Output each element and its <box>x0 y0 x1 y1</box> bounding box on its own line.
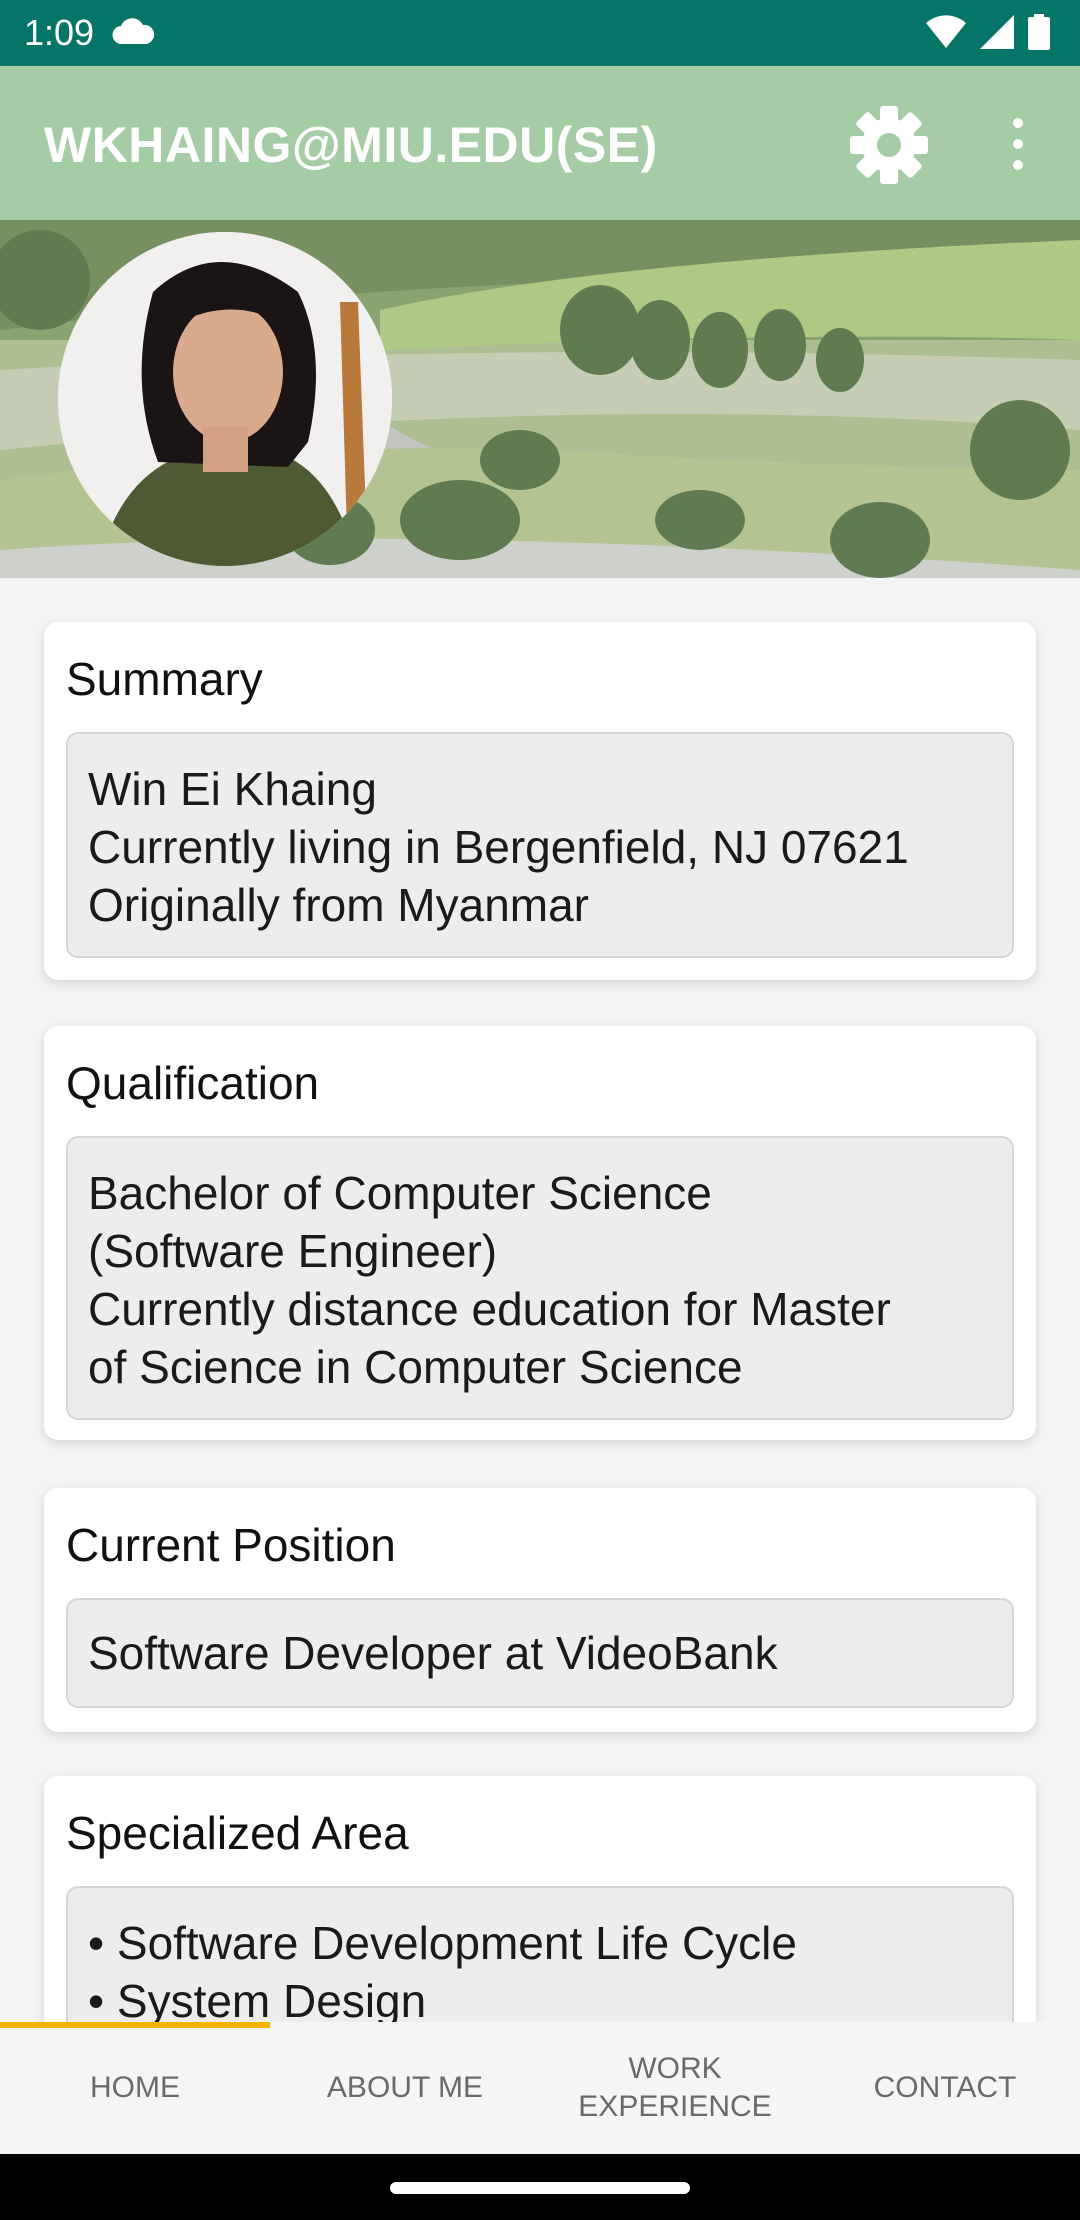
text-line: • Software Development Life Cycle <box>88 1917 797 1969</box>
wifi-icon <box>926 15 966 48</box>
text-line: Currently distance education for Master <box>88 1283 891 1335</box>
summary-card: Summary Win Ei Khaing Currently living i… <box>44 622 1036 980</box>
tab-home[interactable]: HOME <box>0 2022 270 2154</box>
tab-label-line2: EXPERIENCE <box>578 2090 772 2123</box>
card-title: Current Position <box>66 1519 396 1571</box>
home-gesture-handle[interactable] <box>390 2182 690 2194</box>
gear-icon <box>850 106 928 184</box>
text-line: (Software Engineer) <box>88 1225 498 1277</box>
text-line: • System Design <box>88 1975 427 2022</box>
text-line: Bachelor of Computer Science <box>88 1167 712 1219</box>
tab-label: HOME <box>90 2071 180 2104</box>
status-time: 1:09 <box>24 12 95 53</box>
tab-label-line1: WORK <box>628 2052 722 2085</box>
text-line: Currently living in Bergenfield, NJ 0762… <box>88 821 909 873</box>
card-title: Qualification <box>66 1057 320 1109</box>
app-toolbar: WKHAING@MIU.EDU(SE) <box>0 66 1080 220</box>
app-title: WKHAING@MIU.EDU(SE) <box>44 117 658 173</box>
position-card: Current Position Software Developer at V… <box>44 1488 1036 1732</box>
tab-label: ABOUT ME <box>326 2071 484 2104</box>
bottom-tab-bar: HOME ABOUT ME WORK EXPERIENCE CONTACT <box>0 2022 1080 2154</box>
card-title: Specialized Area <box>66 1807 409 1859</box>
more-vert-icon[interactable] <box>1000 114 1036 174</box>
qualification-text: Bachelor of Computer Science (Software E… <box>66 1136 1014 1420</box>
system-nav-bar <box>0 2154 1080 2220</box>
tab-about-me[interactable]: ABOUT ME <box>270 2022 540 2154</box>
position-text: Software Developer at VideoBank <box>66 1598 1014 1708</box>
tab-label: CONTACT <box>873 2071 1017 2104</box>
text-line: Software Developer at VideoBank <box>88 1627 778 1679</box>
content-scroll[interactable]: Summary Win Ei Khaing Currently living i… <box>0 578 1080 2022</box>
profile-avatar <box>58 232 392 566</box>
tab-label: WORK EXPERIENCE <box>578 2050 771 2126</box>
status-icons <box>926 14 1050 50</box>
summary-text: Win Ei Khaing Currently living in Bergen… <box>66 732 1014 958</box>
tab-indicator <box>0 2022 270 2028</box>
status-bar: 1:09 <box>0 0 1080 66</box>
settings-button[interactable] <box>846 102 932 188</box>
battery-icon <box>1028 14 1050 50</box>
text-line: Win Ei Khaing <box>88 763 377 815</box>
cloud-icon <box>112 18 155 44</box>
tab-work-experience[interactable]: WORK EXPERIENCE <box>540 2022 810 2154</box>
qualification-card: Qualification Bachelor of Computer Scien… <box>44 1026 1036 1440</box>
text-line: of Science in Computer Science <box>88 1341 743 1393</box>
specialized-text: • Software Development Life Cycle • Syst… <box>66 1886 1014 2022</box>
text-line: Originally from Myanmar <box>88 879 589 931</box>
specialized-card: Specialized Area • Software Development … <box>44 1776 1036 2022</box>
signal-icon <box>980 15 1014 49</box>
tab-contact[interactable]: CONTACT <box>810 2022 1080 2154</box>
card-title: Summary <box>66 653 263 705</box>
